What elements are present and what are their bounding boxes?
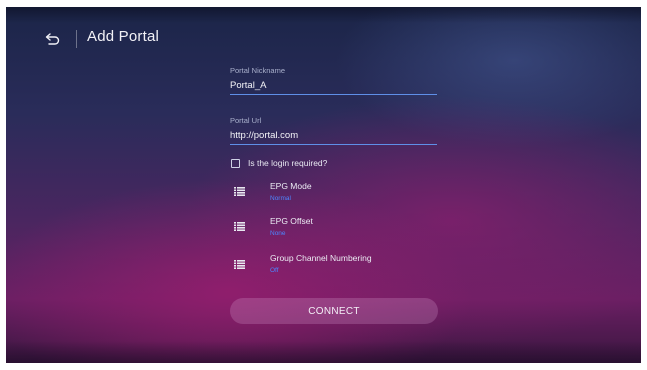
back-button[interactable] [42, 30, 64, 48]
url-underline [230, 144, 437, 145]
window-frame: Add Portal Portal Nickname Portal_A Port… [0, 0, 647, 370]
group-channel-numbering-value: Off [270, 267, 279, 274]
epg-offset-value: None [270, 230, 286, 237]
epg-offset-title: EPG Offset [270, 216, 313, 226]
list-icon [234, 260, 245, 269]
login-required-checkbox[interactable] [231, 159, 240, 168]
bottom-vignette [6, 341, 641, 363]
top-shadow [6, 7, 641, 23]
add-portal-screen: Add Portal Portal Nickname Portal_A Port… [6, 7, 641, 363]
nickname-label: Portal Nickname [230, 66, 286, 75]
list-icon [234, 222, 245, 231]
list-icon [234, 187, 245, 196]
login-required-label[interactable]: Is the login required? [248, 158, 327, 168]
group-channel-numbering-title: Group Channel Numbering [270, 253, 372, 263]
url-input[interactable]: http://portal.com [230, 130, 298, 141]
epg-mode-value: Normal [270, 195, 291, 202]
header-divider [76, 30, 77, 48]
page-title: Add Portal [87, 28, 160, 45]
back-arrow-icon [45, 33, 60, 45]
url-label: Portal Url [230, 116, 262, 125]
connect-button[interactable]: CONNECT [230, 298, 438, 324]
epg-mode-title: EPG Mode [270, 181, 312, 191]
nickname-input[interactable]: Portal_A [230, 80, 266, 91]
nickname-underline [230, 94, 437, 95]
